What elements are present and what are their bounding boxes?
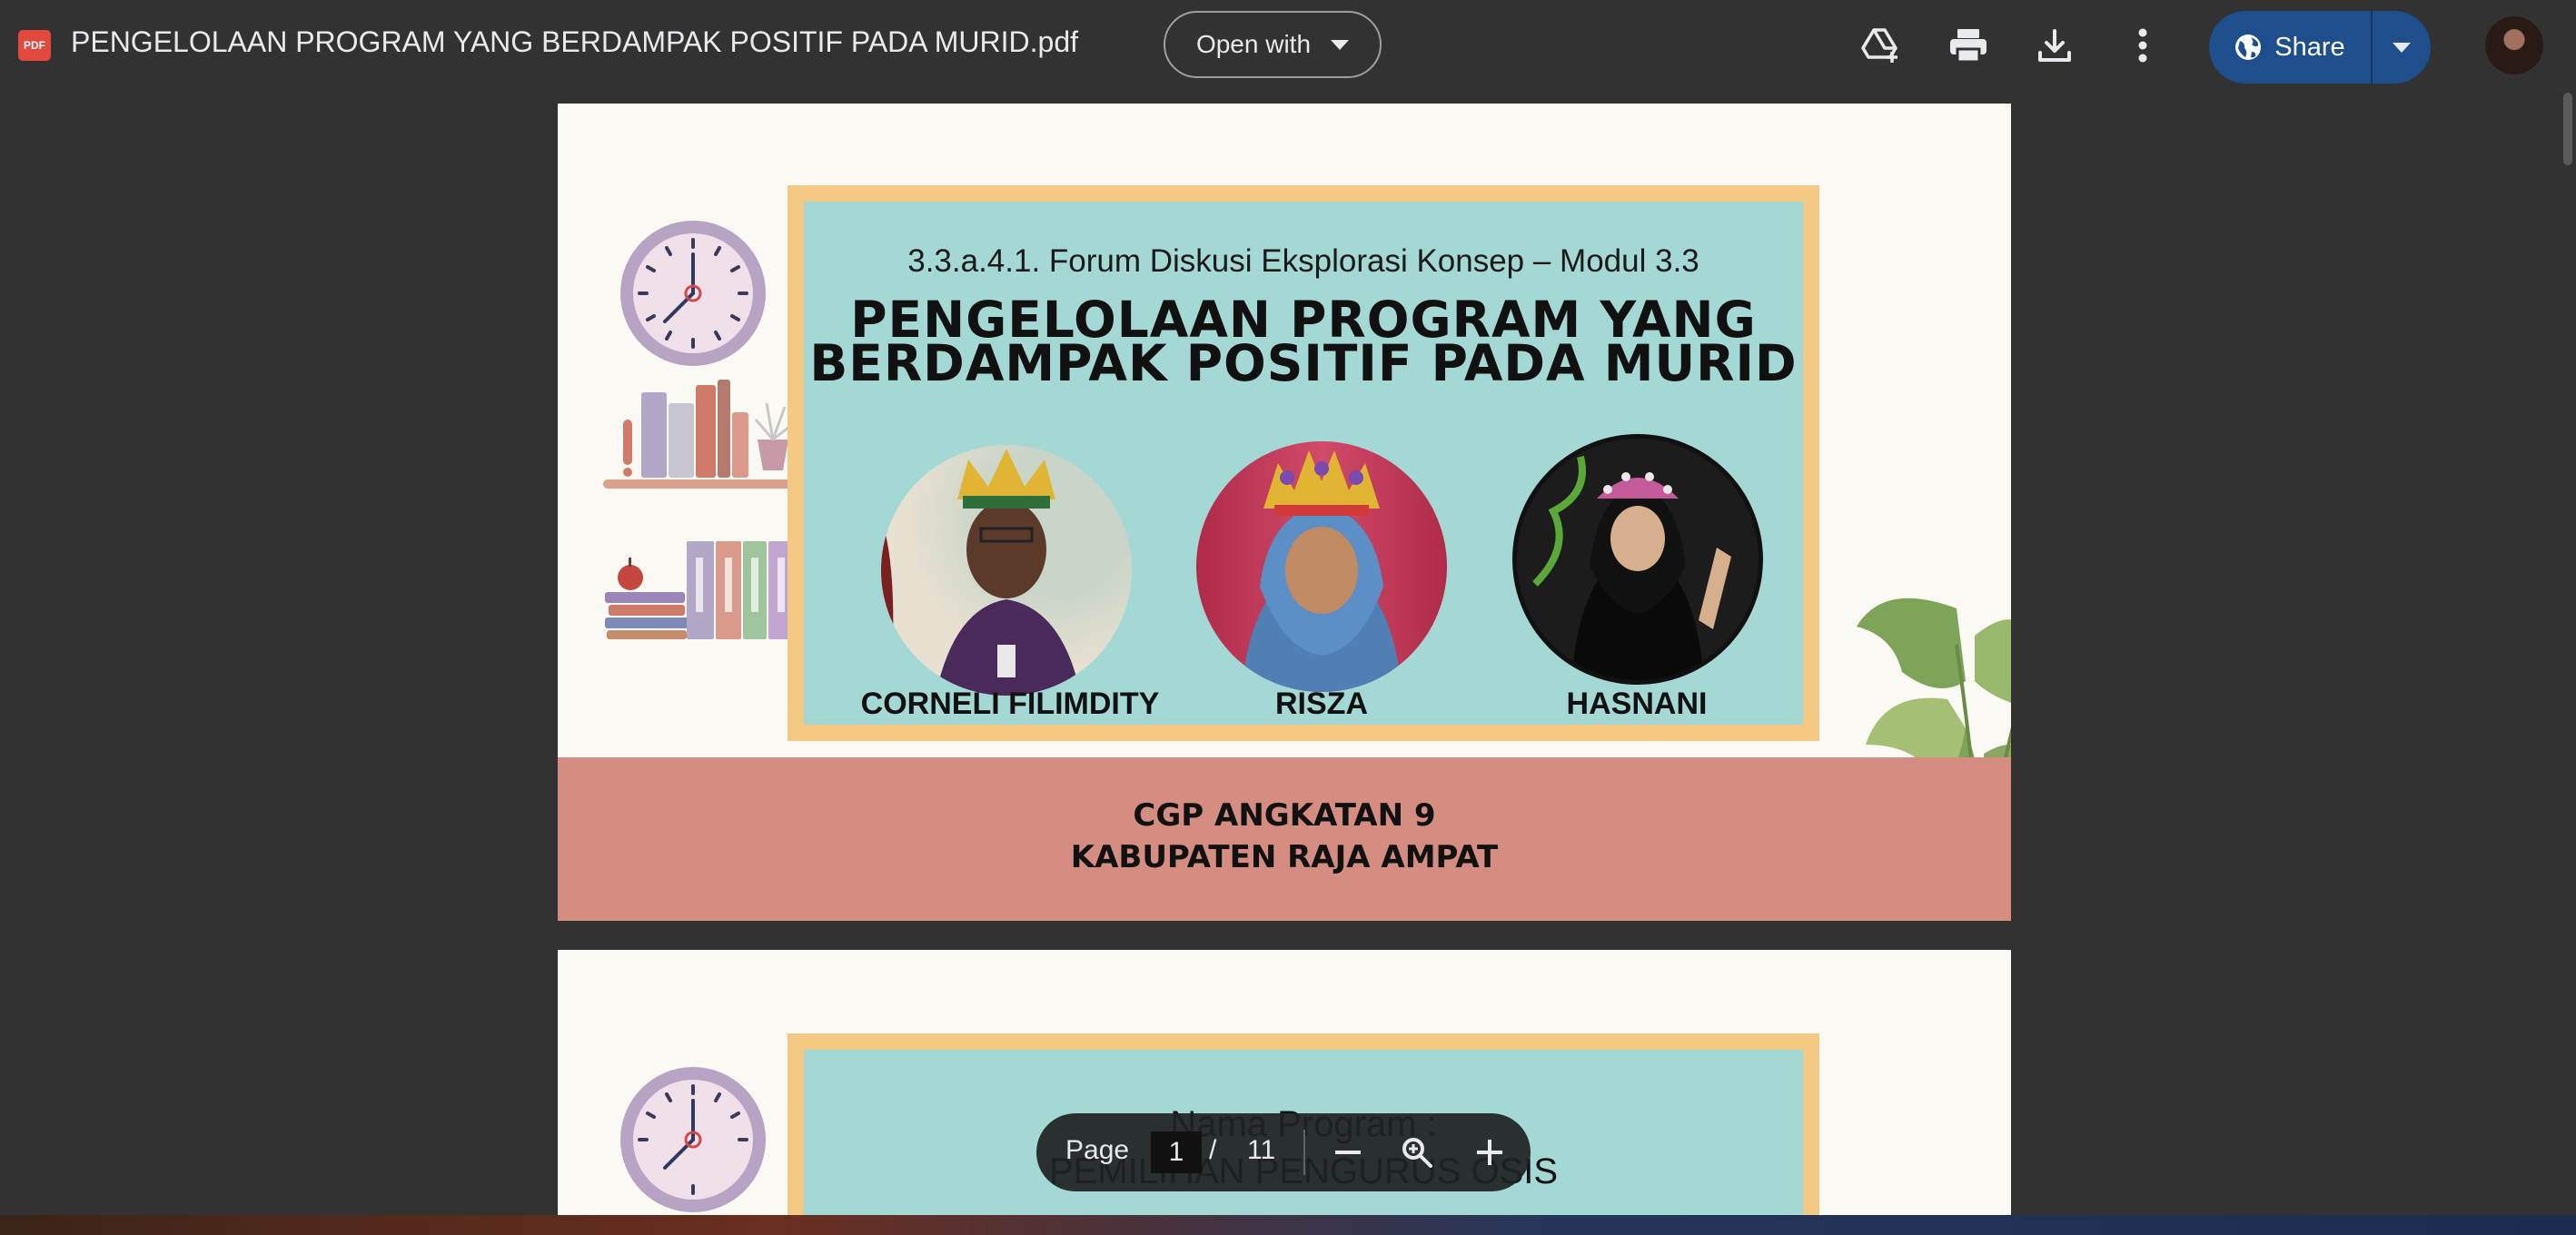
share-label: Share	[2274, 32, 2345, 62]
add-to-drive-icon[interactable]	[1854, 18, 1908, 73]
clock-illustration-icon	[620, 1067, 766, 1212]
open-with-button[interactable]: Open with	[1164, 11, 1382, 78]
more-vert-icon[interactable]	[2115, 18, 2170, 73]
bookshelf-illustration-icon	[603, 380, 810, 489]
pdf-file-icon: PDF	[18, 30, 51, 61]
pdf-page-1: 3.3.a.4.1. Forum Diskusi Eksplorasi Kons…	[558, 104, 2011, 921]
zoom-icon[interactable]	[1394, 1130, 1440, 1175]
taskbar-edge	[0, 1215, 2576, 1235]
profile-photo	[1512, 434, 1763, 685]
chevron-down-icon	[1331, 39, 1350, 50]
dropdown-arrow-icon	[2393, 42, 2411, 53]
profile-photo	[881, 445, 1132, 696]
clock-illustration-icon	[620, 221, 766, 366]
page-label: Page	[1065, 1135, 1130, 1165]
document-title: PENGELOLAAN PROGRAM YANG BERDAMPAK POSIT…	[71, 25, 1078, 58]
slide-title-panel: 3.3.a.4.1. Forum Diskusi Eksplorasi Kons…	[804, 202, 1803, 725]
title-line-2: BERDAMPAK POSITIF PADA MURID	[809, 334, 1798, 392]
footer-line-1: CGP ANGKATAN 9	[1133, 797, 1436, 834]
person-name: RISZA	[1275, 687, 1368, 721]
total-pages: 11	[1247, 1135, 1276, 1165]
globe-icon	[2235, 35, 2262, 60]
share-dropdown-button[interactable]	[2373, 11, 2431, 84]
download-icon[interactable]	[2027, 18, 2082, 73]
person-name: CORNELI FILIMDITY	[860, 687, 1160, 721]
share-button[interactable]: Share	[2209, 11, 2371, 84]
zoom-out-icon[interactable]	[1325, 1130, 1371, 1175]
viewer-toolbar: PDF PENGELOLAAN PROGRAM YANG BERDAMPAK P…	[0, 0, 2576, 91]
footer-line-2: KABUPATEN RAJA AMPAT	[1070, 839, 1499, 875]
slide-main-title: PENGELOLAAN PROGRAM YANG BERDAMPAK POSIT…	[804, 295, 1803, 392]
pager-divider	[1303, 1130, 1305, 1175]
person-name: HASNANI	[1566, 687, 1708, 721]
books-stack-illustration-icon	[605, 541, 796, 639]
page-number-input[interactable]	[1151, 1131, 1202, 1173]
open-with-label: Open with	[1195, 30, 1312, 58]
zoom-in-icon[interactable]	[1467, 1130, 1512, 1175]
page-separator: /	[1209, 1135, 1217, 1165]
page-controls: Page / 11	[1036, 1113, 1531, 1191]
vertical-scrollbar[interactable]	[2563, 93, 2572, 165]
share-button-group: Share	[2209, 11, 2431, 84]
print-icon[interactable]	[1941, 18, 1996, 73]
slide-title-frame: 3.3.a.4.1. Forum Diskusi Eksplorasi Kons…	[788, 185, 1819, 741]
account-avatar[interactable]	[2485, 16, 2543, 74]
slide-subtitle: 3.3.a.4.1. Forum Diskusi Eksplorasi Kons…	[907, 243, 1699, 279]
profile-photo	[1196, 441, 1447, 692]
